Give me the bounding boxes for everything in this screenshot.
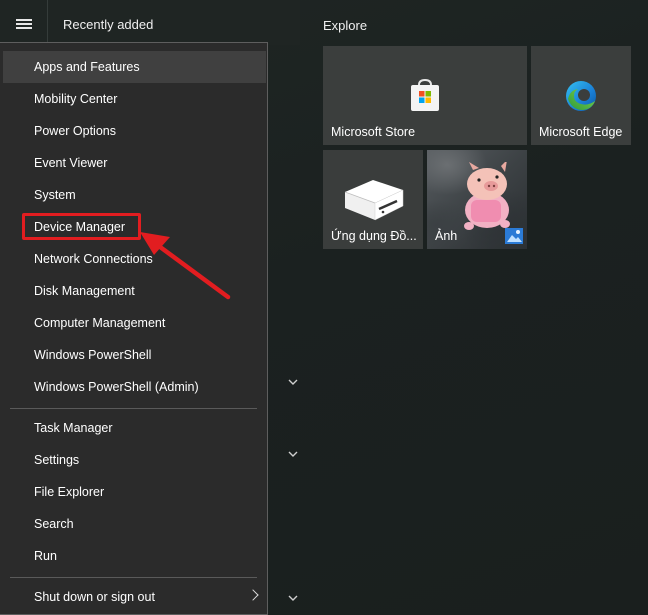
- menu-item-label: Shut down or sign out: [34, 590, 155, 604]
- menu-item-task-manager[interactable]: Task Manager: [3, 412, 266, 444]
- menu-item-power-options[interactable]: Power Options: [3, 115, 266, 147]
- tile-label: Ảnh: [435, 229, 458, 243]
- hamburger-menu-icon[interactable]: [14, 15, 34, 31]
- menu-item-event-viewer[interactable]: Event Viewer: [3, 147, 266, 179]
- menu-item-settings[interactable]: Settings: [3, 444, 266, 476]
- server-icon: [344, 180, 404, 221]
- tile-server-app[interactable]: Ứng dụng Đồ...: [323, 150, 423, 249]
- menu-item-apps-and-features[interactable]: Apps and Features: [3, 51, 266, 83]
- store-icon: [411, 78, 439, 111]
- menu-item-shut-down-or-sign-out[interactable]: Shut down or sign out: [3, 581, 266, 613]
- chevron-down-icon[interactable]: [287, 450, 299, 458]
- menu-item-windows-powershell[interactable]: Windows PowerShell: [3, 339, 266, 371]
- chevron-down-icon[interactable]: [287, 594, 299, 602]
- tile-microsoft-edge[interactable]: Microsoft Edge: [531, 46, 631, 145]
- red-arrow-icon: [140, 232, 231, 300]
- pig-figure-icon: [464, 162, 510, 230]
- recently-added-label: Recently added: [63, 17, 154, 32]
- chevron-down-icon[interactable]: [287, 378, 299, 386]
- menu-separator: [10, 577, 257, 578]
- tile-label: Microsoft Store: [331, 125, 416, 139]
- header-divider: [47, 0, 48, 45]
- menu-item-windows-powershell-admin[interactable]: Windows PowerShell (Admin): [3, 371, 266, 403]
- tile-photos[interactable]: Ảnh: [427, 150, 527, 249]
- menu-item-run[interactable]: Run: [3, 540, 266, 572]
- highlight-box: [22, 213, 141, 240]
- menu-item-system[interactable]: System: [3, 179, 266, 211]
- power-user-menu: Apps and Features Mobility Center Power …: [0, 42, 268, 615]
- menu-item-search[interactable]: Search: [3, 508, 266, 540]
- edge-icon: [566, 81, 596, 111]
- menu-separator: [10, 408, 257, 409]
- tile-microsoft-store[interactable]: Microsoft Store: [323, 46, 527, 145]
- explore-label: Explore: [323, 18, 368, 33]
- photos-app-icon: [505, 228, 523, 244]
- tile-label: Ứng dụng Đồ...: [331, 229, 417, 243]
- tile-label: Microsoft Edge: [539, 125, 623, 139]
- start-header: Recently added: [0, 0, 300, 45]
- menu-item-computer-management[interactable]: Computer Management: [3, 307, 266, 339]
- menu-item-mobility-center[interactable]: Mobility Center: [3, 83, 266, 115]
- chevron-right-icon: [247, 589, 259, 601]
- menu-item-file-explorer[interactable]: File Explorer: [3, 476, 266, 508]
